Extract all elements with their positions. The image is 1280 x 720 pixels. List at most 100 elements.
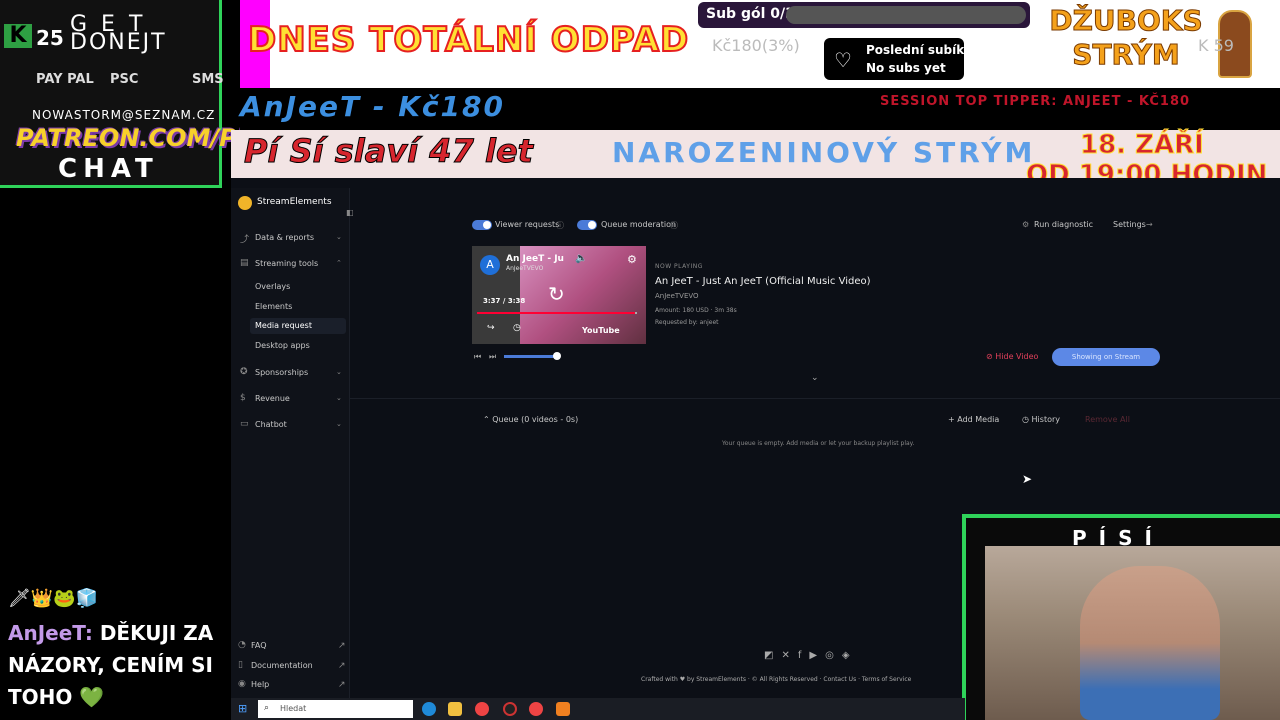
discord-icon[interactable]: ◈ (842, 650, 858, 661)
chevron-up-icon[interactable]: ⌃ (336, 259, 342, 267)
sidebar-item-sponsorships[interactable]: Sponsorships (255, 368, 308, 377)
sidebar-sub-elements[interactable]: Elements (255, 302, 292, 311)
explorer-icon[interactable] (448, 702, 462, 716)
hide-video-label: Hide Video (995, 352, 1039, 361)
run-diagnostic-button[interactable]: Run diagnostic (1034, 220, 1093, 229)
hide-video-button[interactable]: ⊘ Hide Video (986, 352, 1038, 361)
vlc-icon[interactable] (556, 702, 570, 716)
chat-badges: 🗡👑🐸🧊 (8, 588, 99, 609)
eye-off-icon: ⊘ (986, 352, 996, 361)
chat-message: AnJeeT: DĚKUJI ZA NÁZORY, CENÍM SI TOHO … (8, 617, 228, 713)
add-media-button[interactable]: + Add Media (948, 415, 999, 424)
faq-link[interactable]: FAQ (251, 641, 267, 650)
last-sub-title: Poslední subík (866, 43, 965, 57)
video-title: An JeeT - Ju (506, 254, 564, 264)
chrome-icon-2[interactable] (529, 702, 543, 716)
star-icon: ✪ (240, 367, 248, 377)
chevron-down-icon[interactable]: ⌄ (336, 420, 342, 428)
sidebar-sub-desktop-apps[interactable]: Desktop apps (255, 341, 310, 350)
volume-slider[interactable] (504, 355, 560, 358)
streamer (1080, 566, 1220, 720)
youtube-logo: YouTube (582, 326, 620, 335)
obs-icon[interactable] (503, 702, 517, 716)
streamelements-logo-icon (238, 196, 252, 210)
sidebar-sub-media-request[interactable]: Media request (255, 321, 312, 330)
tip-ghost-text: Kč180(3%) (712, 36, 800, 55)
next-icon[interactable]: ⏭ (489, 352, 496, 362)
chat-username: AnJeeT: (8, 621, 93, 645)
queue-toggle[interactable]: ⌃ Queue (0 videos - 0s) (483, 415, 578, 424)
chevron-down-icon[interactable]: ⌄ (336, 394, 342, 402)
previous-icon[interactable]: ⏮ (474, 352, 481, 362)
facebook-icon[interactable]: f (798, 650, 810, 661)
document-icon: ▯ (238, 660, 243, 670)
empty-queue-message: Your queue is empty. Add media or let yo… (722, 440, 915, 447)
youtube-icon[interactable]: ▶ (809, 650, 825, 661)
sub-goal-label: Sub gól 0/3 (706, 6, 795, 22)
dollar-icon: $ (240, 393, 246, 403)
chrome-icon[interactable] (475, 702, 489, 716)
showing-on-stream-button[interactable]: Showing on Stream (1052, 348, 1160, 366)
instagram-icon[interactable]: ◎ (825, 650, 842, 661)
chevron-up-icon: ⌃ (483, 415, 493, 424)
paypal-label: PAY PAL (36, 72, 94, 87)
chevron-down-icon[interactable]: ⌄ (811, 373, 819, 383)
kick-count: 25 (36, 26, 64, 50)
sidebar-item-chatbot[interactable]: Chatbot (255, 420, 287, 429)
windows-start-icon[interactable]: ⊞ (238, 702, 247, 715)
session-top-tipper: SESSION TOP TIPPER: ANJEET - KČ180 (880, 94, 1191, 109)
tip-ghost-text-2: K 59 (1198, 36, 1234, 55)
chevron-down-icon[interactable]: ⌄ (336, 368, 342, 376)
sms-label: SMS (192, 72, 224, 87)
divider (350, 398, 1280, 399)
queue-moderation-label: Queue moderation (601, 220, 677, 229)
chevron-down-icon[interactable]: ⌄ (336, 233, 342, 241)
video-progress-fill (477, 312, 636, 314)
sidebar-item-streaming-tools[interactable]: Streaming tools (255, 259, 318, 268)
broadcast-icon: ▤ (240, 258, 249, 268)
volume-icon[interactable]: 🔈 (575, 253, 587, 264)
arrow-right-icon: → (1146, 220, 1153, 229)
now-playing-label: NOW PLAYING (655, 263, 703, 270)
edge-icon[interactable] (422, 702, 436, 716)
kick-logo: K (4, 24, 32, 48)
collapse-sidebar-icon[interactable]: ◧ (346, 208, 354, 217)
brand-name[interactable]: StreamElements (257, 197, 332, 207)
viewer-requests-label: Viewer requests (495, 220, 560, 229)
documentation-link[interactable]: Documentation (251, 661, 313, 670)
clock-icon[interactable]: ◷ (513, 323, 521, 333)
history-button[interactable]: ◷ History (1022, 415, 1060, 424)
gear-icon[interactable]: ⚙ (627, 253, 637, 266)
info-icon[interactable]: ⓘ (556, 220, 564, 231)
volume-knob[interactable] (553, 352, 561, 360)
sidebar-sub-overlays[interactable]: Overlays (255, 282, 290, 291)
song-title: An JeeT - Just An JeeT (Official Music V… (655, 276, 871, 287)
jukebox-title: DŽUBOKS STRÝM (1049, 4, 1203, 72)
latest-tip: AnJeeT - Kč180 (240, 90, 505, 123)
toggle-knob (483, 221, 491, 229)
history-icon: ◷ (1022, 415, 1032, 424)
chart-icon: ⤴ (240, 235, 250, 245)
mouse-cursor-icon: ➤ (1022, 472, 1033, 486)
video-time: 3:37 / 3:38 (483, 297, 526, 305)
external-link-icon: ↗ (338, 641, 346, 651)
diagnostic-icon: ⚙ (1022, 220, 1030, 229)
help-link[interactable]: Help (251, 680, 269, 689)
sidebar-item-revenue[interactable]: Revenue (255, 394, 290, 403)
search-placeholder: Hledat (280, 704, 307, 713)
sidebar-item-data-reports[interactable]: Data & reports (255, 233, 314, 242)
info-icon[interactable]: ⓘ (670, 220, 678, 231)
x-icon[interactable]: ✕ (781, 650, 797, 661)
toggle-knob (588, 221, 596, 229)
replay-icon[interactable]: ↻ (548, 282, 565, 306)
social-links: ◩✕f▶◎◈ (764, 650, 858, 661)
webcam-title: PÍSÍ (1072, 526, 1164, 550)
event-date: 18. ZÁŘÍ (1080, 130, 1205, 161)
remove-all-button[interactable]: Remove All (1085, 415, 1130, 424)
settings-button[interactable]: Settings (1113, 220, 1146, 229)
share-icon[interactable]: ↪ (487, 323, 495, 333)
queue-label: Queue (0 videos - 0s) (492, 415, 579, 424)
plus-icon: + (948, 415, 958, 424)
twitch-icon[interactable]: ◩ (764, 650, 781, 661)
email-text: NOWASTORM@SEZNAM.CZ (32, 108, 216, 122)
